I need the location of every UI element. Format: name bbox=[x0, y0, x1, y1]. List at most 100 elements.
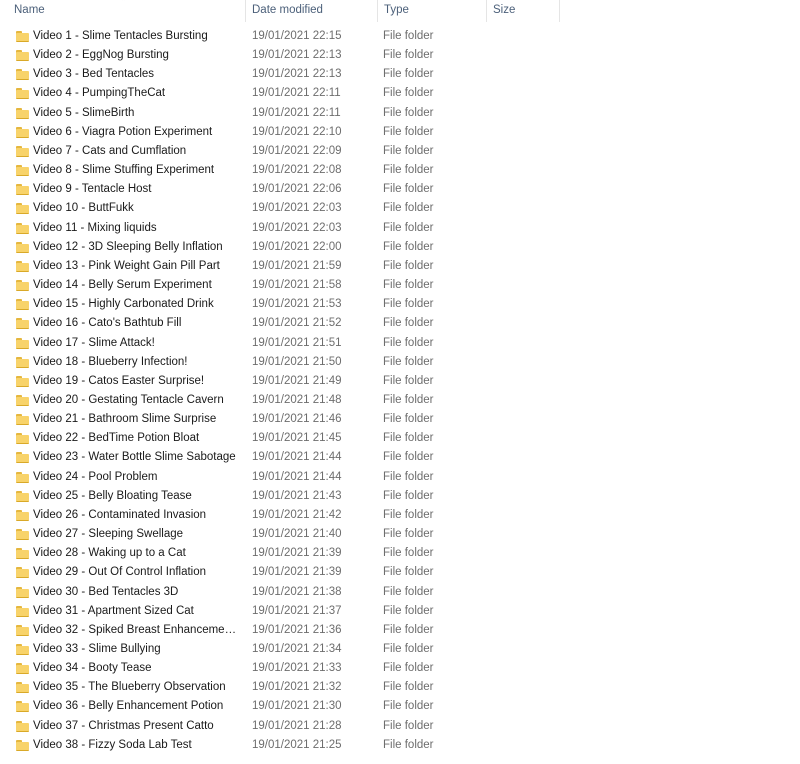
folder-row[interactable]: Video 5 - SlimeBirth 19/01/2021 22:11 File… bbox=[0, 104, 800, 123]
file-type: File folder bbox=[383, 508, 434, 521]
date-modified: 19/01/2021 21:45 bbox=[252, 432, 342, 445]
column-header-size[interactable]: Size bbox=[487, 0, 560, 22]
folder-icon bbox=[16, 701, 29, 713]
folder-name: Video 32 - Spiked Breast Enhancement Ju.… bbox=[33, 623, 241, 636]
folder-row[interactable]: Video 8 - Slime Stuffing Experiment 19/01… bbox=[0, 161, 800, 180]
folder-row[interactable]: Video 37 - Christmas Present Catto 19/01/… bbox=[0, 717, 800, 736]
folder-row[interactable]: Video 12 - 3D Sleeping Belly Inflation 19… bbox=[0, 238, 800, 257]
folder-icon bbox=[16, 529, 29, 541]
folder-row[interactable]: Video 33 - Slime Bullying 19/01/2021 21:3… bbox=[0, 640, 800, 659]
file-type: File folder bbox=[383, 125, 434, 138]
folder-row[interactable]: Video 1 - Slime Tentacles Bursting 19/01/… bbox=[0, 27, 800, 46]
folder-icon bbox=[16, 452, 29, 464]
date-modified: 19/01/2021 21:52 bbox=[252, 317, 342, 330]
file-type: File folder bbox=[383, 585, 434, 598]
folder-name: Video 2 - EggNog Bursting bbox=[33, 49, 169, 62]
date-modified: 19/01/2021 22:15 bbox=[252, 30, 342, 42]
date-modified: 19/01/2021 21:59 bbox=[252, 259, 342, 272]
date-modified: 19/01/2021 21:48 bbox=[252, 393, 342, 406]
folder-icon bbox=[16, 184, 29, 196]
folder-name: Video 3 - Bed Tentacles bbox=[33, 68, 155, 81]
folder-row[interactable]: Video 31 - Apartment Sized Cat 19/01/2021… bbox=[0, 602, 800, 621]
folder-row[interactable]: Video 2 - EggNog Bursting 19/01/2021 22:1… bbox=[0, 46, 800, 65]
folder-name: Video 27 - Sleeping Swellage bbox=[33, 528, 184, 541]
folder-row[interactable]: Video 10 - ButtFukk 19/01/2021 22:03 File … bbox=[0, 199, 800, 218]
folder-row[interactable]: Video 22 - BedTime Potion Bloat 19/01/202… bbox=[0, 429, 800, 448]
folder-icon bbox=[16, 739, 29, 751]
folder-icon bbox=[16, 69, 29, 81]
date-modified: 19/01/2021 21:44 bbox=[252, 470, 342, 483]
folder-icon bbox=[16, 318, 29, 330]
date-modified: 19/01/2021 21:42 bbox=[252, 508, 342, 521]
folder-name: Video 21 - Bathroom Slime Surprise bbox=[33, 413, 217, 426]
folder-row[interactable]: Video 34 - Booty Tease 19/01/2021 21:33 Fi… bbox=[0, 659, 800, 678]
folder-row[interactable]: Video 13 - Pink Weight Gain Pill Part 19/… bbox=[0, 257, 800, 276]
column-header-date-modified[interactable]: Date modified bbox=[246, 0, 378, 22]
folder-row[interactable]: Video 30 - Bed Tentacles 3D 19/01/2021 21… bbox=[0, 583, 800, 602]
folder-row[interactable]: Video 4 - PumpingTheCat 19/01/2021 22:11 F… bbox=[0, 84, 800, 103]
file-type: File folder bbox=[383, 298, 434, 311]
folder-name: Video 22 - BedTime Potion Bloat bbox=[33, 432, 200, 445]
folder-row[interactable]: Video 36 - Belly Enhancement Potion 19/01… bbox=[0, 697, 800, 716]
folder-icon bbox=[16, 280, 29, 292]
folder-row[interactable]: Video 23 - Water Bottle Slime Sabotage 19… bbox=[0, 448, 800, 467]
folder-row[interactable]: Video 15 - Highly Carbonated Drink 19/01/… bbox=[0, 295, 800, 314]
folder-row[interactable]: Video 29 - Out Of Control Inflation 19/01… bbox=[0, 563, 800, 582]
folder-name: Video 12 - 3D Sleeping Belly Inflation bbox=[33, 240, 223, 253]
folder-icon bbox=[16, 567, 29, 579]
date-modified: 19/01/2021 21:33 bbox=[252, 662, 342, 675]
column-header-type[interactable]: Type bbox=[378, 0, 487, 22]
folder-row[interactable]: Video 35 - The Blueberry Observation 19/0… bbox=[0, 678, 800, 697]
folder-row[interactable]: Video 32 - Spiked Breast Enhancement Ju.… bbox=[0, 621, 800, 640]
date-modified: 19/01/2021 21:43 bbox=[252, 489, 342, 502]
folder-row[interactable]: Video 25 - Belly Bloating Tease 19/01/202… bbox=[0, 487, 800, 506]
date-modified: 19/01/2021 22:08 bbox=[252, 164, 342, 177]
folder-row[interactable]: Video 38 - Fizzy Soda Lab Test 19/01/2021… bbox=[0, 736, 800, 755]
file-type: File folder bbox=[383, 393, 434, 406]
folder-row[interactable]: Video 7 - Cats and Cumflation 19/01/2021 … bbox=[0, 142, 800, 161]
folder-row[interactable]: Video 16 - Cato's Bathtub Fill 19/01/2021… bbox=[0, 314, 800, 333]
folder-row[interactable]: Video 18 - Blueberry Infection! 19/01/202… bbox=[0, 353, 800, 372]
date-modified: 19/01/2021 21:40 bbox=[252, 528, 342, 541]
folder-name: Video 8 - Slime Stuffing Experiment bbox=[33, 164, 215, 177]
folder-row[interactable]: Video 14 - Belly Serum Experiment 19/01/2… bbox=[0, 276, 800, 295]
folder-row[interactable]: Video 26 - Contaminated Invasion 19/01/20… bbox=[0, 506, 800, 525]
file-type: File folder bbox=[383, 240, 434, 253]
date-modified: 19/01/2021 21:36 bbox=[252, 623, 342, 636]
folder-row[interactable]: Video 28 - Waking up to a Cat 19/01/2021 … bbox=[0, 544, 800, 563]
folder-icon bbox=[16, 414, 29, 426]
folder-name: Video 9 - Tentacle Host bbox=[33, 183, 152, 196]
folder-icon bbox=[16, 165, 29, 177]
folder-icon bbox=[16, 88, 29, 100]
folder-name: Video 15 - Highly Carbonated Drink bbox=[33, 298, 214, 311]
folder-row[interactable]: Video 11 - Mixing liquids 19/01/2021 22:0… bbox=[0, 219, 800, 238]
folder-row[interactable]: Video 20 - Gestating Tentacle Cavern 19/0… bbox=[0, 391, 800, 410]
folder-row[interactable]: Video 9 - Tentacle Host 19/01/2021 22:06 F… bbox=[0, 180, 800, 199]
folder-row[interactable]: Video 21 - Bathroom Slime Surprise 19/01/… bbox=[0, 410, 800, 429]
folder-row[interactable]: Video 27 - Sleeping Swellage 19/01/2021 2… bbox=[0, 525, 800, 544]
folder-row[interactable]: Video 19 - Catos Easter Surprise! 19/01/2… bbox=[0, 372, 800, 391]
date-modified: 19/01/2021 21:46 bbox=[252, 413, 342, 426]
folder-name: Video 6 - Viagra Potion Experiment bbox=[33, 125, 213, 138]
file-type: File folder bbox=[383, 30, 434, 42]
folder-icon bbox=[16, 126, 29, 138]
file-type: File folder bbox=[383, 489, 434, 502]
folder-row[interactable]: Video 17 - Slime Attack! 19/01/2021 21:51… bbox=[0, 334, 800, 353]
folder-name: Video 1 - Slime Tentacles Bursting bbox=[33, 30, 208, 42]
column-header-bar: ⌃ Name Date modified Type Size bbox=[0, 0, 800, 22]
file-type: File folder bbox=[383, 202, 434, 215]
file-list: Video 1 - Slime Tentacles Bursting 19/01/… bbox=[0, 27, 800, 755]
folder-row[interactable]: Video 6 - Viagra Potion Experiment 19/01/… bbox=[0, 123, 800, 142]
column-header-name[interactable]: Name bbox=[8, 0, 246, 22]
folder-row[interactable]: Video 3 - Bed Tentacles 19/01/2021 22:13 F… bbox=[0, 65, 800, 84]
date-modified: 19/01/2021 21:37 bbox=[252, 604, 342, 617]
folder-icon bbox=[16, 145, 29, 157]
folder-icon bbox=[16, 509, 29, 521]
folder-icon bbox=[16, 203, 29, 215]
folder-name: Video 11 - Mixing liquids bbox=[33, 221, 157, 234]
file-type: File folder bbox=[383, 643, 434, 655]
folder-row[interactable]: Video 24 - Pool Problem 19/01/2021 21:44 F… bbox=[0, 468, 800, 487]
date-modified: 19/01/2021 21:25 bbox=[252, 738, 342, 751]
folder-icon bbox=[16, 663, 29, 675]
file-type: File folder bbox=[383, 700, 434, 713]
